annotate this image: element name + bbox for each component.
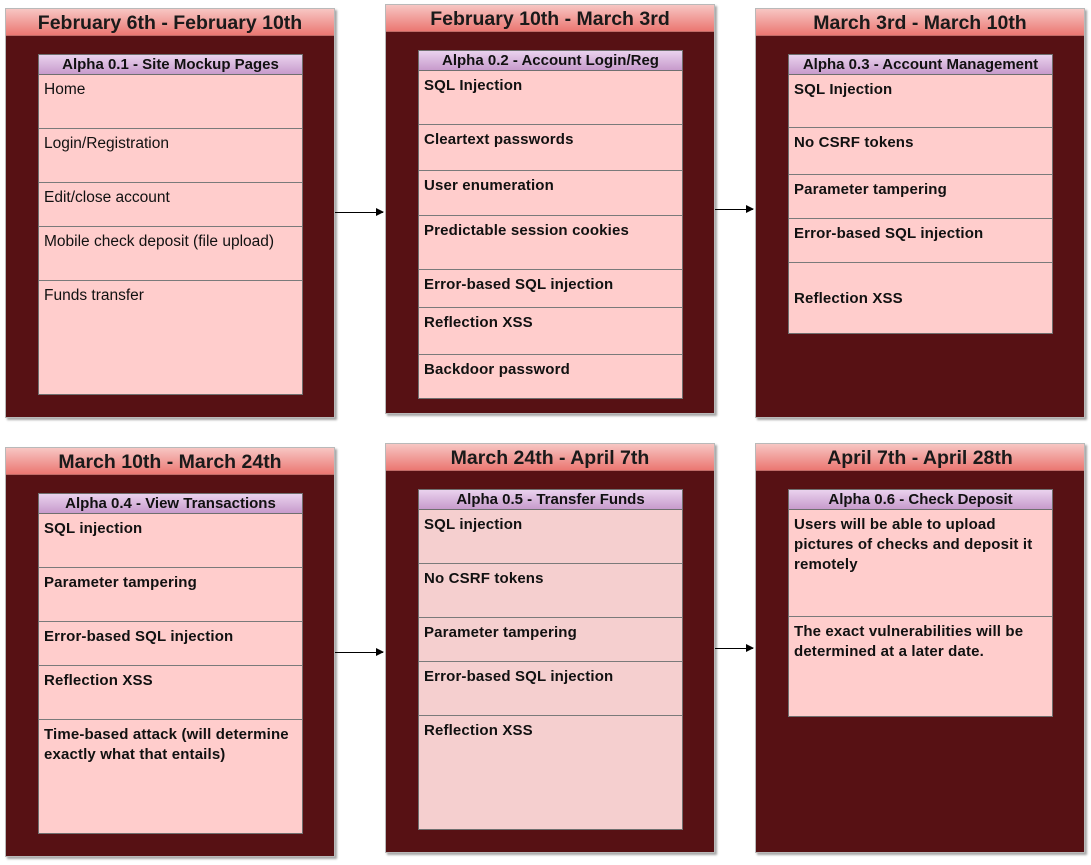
milestone-item: Reflection XSS (794, 290, 903, 307)
milestone-card: Alpha 0.6 - Check Deposit Users will be … (788, 489, 1053, 717)
flow-arrow (335, 208, 384, 216)
milestone-item: SQL injection (39, 514, 302, 568)
milestone-item: Error-based SQL injection (39, 622, 302, 666)
milestone-item: Error-based SQL injection (419, 270, 682, 308)
phase-title: February 6th - February 10th (6, 9, 334, 36)
milestone-item: Parameter tampering (789, 175, 1052, 219)
phase-title: March 10th - March 24th (6, 448, 334, 475)
milestone-item: Time-based attack (will determine exactl… (44, 726, 289, 763)
milestone-title: Alpha 0.4 - View Transactions (39, 494, 302, 514)
milestone-item: SQL Injection (419, 71, 682, 125)
phase-title: March 24th - April 7th (386, 444, 714, 471)
milestone-item: Users will be able to upload pictures of… (789, 510, 1052, 617)
milestone-item: No CSRF tokens (419, 564, 682, 618)
milestone-item: No CSRF tokens (789, 128, 1052, 175)
milestone-title: Alpha 0.5 - Transfer Funds (419, 490, 682, 510)
phase-panel-3: March 3rd - March 10th Alpha 0.3 - Accou… (755, 8, 1085, 418)
flow-arrow (335, 648, 384, 656)
milestone-item: Edit/close account (39, 183, 302, 227)
milestone-item: Login/Registration (39, 129, 302, 183)
milestone-item: Home (39, 75, 302, 129)
phase-panel-5: March 24th - April 7th Alpha 0.5 - Trans… (385, 443, 715, 853)
phase-panel-2: February 10th - March 3rd Alpha 0.2 - Ac… (385, 4, 715, 414)
flow-arrow (715, 205, 754, 213)
milestone-item: Reflection XSS (419, 308, 682, 355)
milestone-card: Alpha 0.5 - Transfer Funds SQL injection… (418, 489, 683, 830)
milestone-item: Parameter tampering (419, 618, 682, 662)
milestone-item: Funds transfer (44, 287, 144, 304)
milestone-item: Reflection XSS (424, 722, 533, 739)
milestone-title: Alpha 0.2 - Account Login/Reg (419, 51, 682, 71)
milestone-item: Error-based SQL injection (419, 662, 682, 716)
milestone-title: Alpha 0.1 - Site Mockup Pages (39, 55, 302, 75)
phase-title: February 10th - March 3rd (386, 5, 714, 32)
milestone-item: SQL Injection (789, 75, 1052, 128)
milestone-item: Predictable session cookies (419, 216, 682, 270)
milestone-item: User enumeration (419, 171, 682, 216)
milestone-item: Parameter tampering (39, 568, 302, 622)
milestone-title: Alpha 0.6 - Check Deposit (789, 490, 1052, 510)
milestone-item: Error-based SQL injection (789, 219, 1052, 263)
phase-title: March 3rd - March 10th (756, 9, 1084, 36)
milestone-item: Mobile check deposit (file upload) (39, 227, 302, 281)
milestone-item: Reflection XSS (39, 666, 302, 720)
phase-title: April 7th - April 28th (756, 444, 1084, 471)
phase-panel-1: February 6th - February 10th Alpha 0.1 -… (5, 8, 335, 418)
phase-panel-6: April 7th - April 28th Alpha 0.6 - Check… (755, 443, 1085, 853)
flow-arrow (715, 644, 754, 652)
milestone-card: Alpha 0.4 - View Transactions SQL inject… (38, 493, 303, 834)
phase-panel-4: March 10th - March 24th Alpha 0.4 - View… (5, 447, 335, 857)
milestone-card: Alpha 0.3 - Account Management SQL Injec… (788, 54, 1053, 334)
milestone-item: Cleartext passwords (419, 125, 682, 171)
milestone-item: The exact vulnerabilities will be determ… (794, 623, 1024, 660)
milestone-item: SQL injection (419, 510, 682, 564)
milestone-card: Alpha 0.2 - Account Login/Reg SQL Inject… (418, 50, 683, 399)
milestone-title: Alpha 0.3 - Account Management (789, 55, 1052, 75)
milestone-card: Alpha 0.1 - Site Mockup Pages Home Login… (38, 54, 303, 395)
milestone-item: Backdoor password (424, 361, 570, 378)
